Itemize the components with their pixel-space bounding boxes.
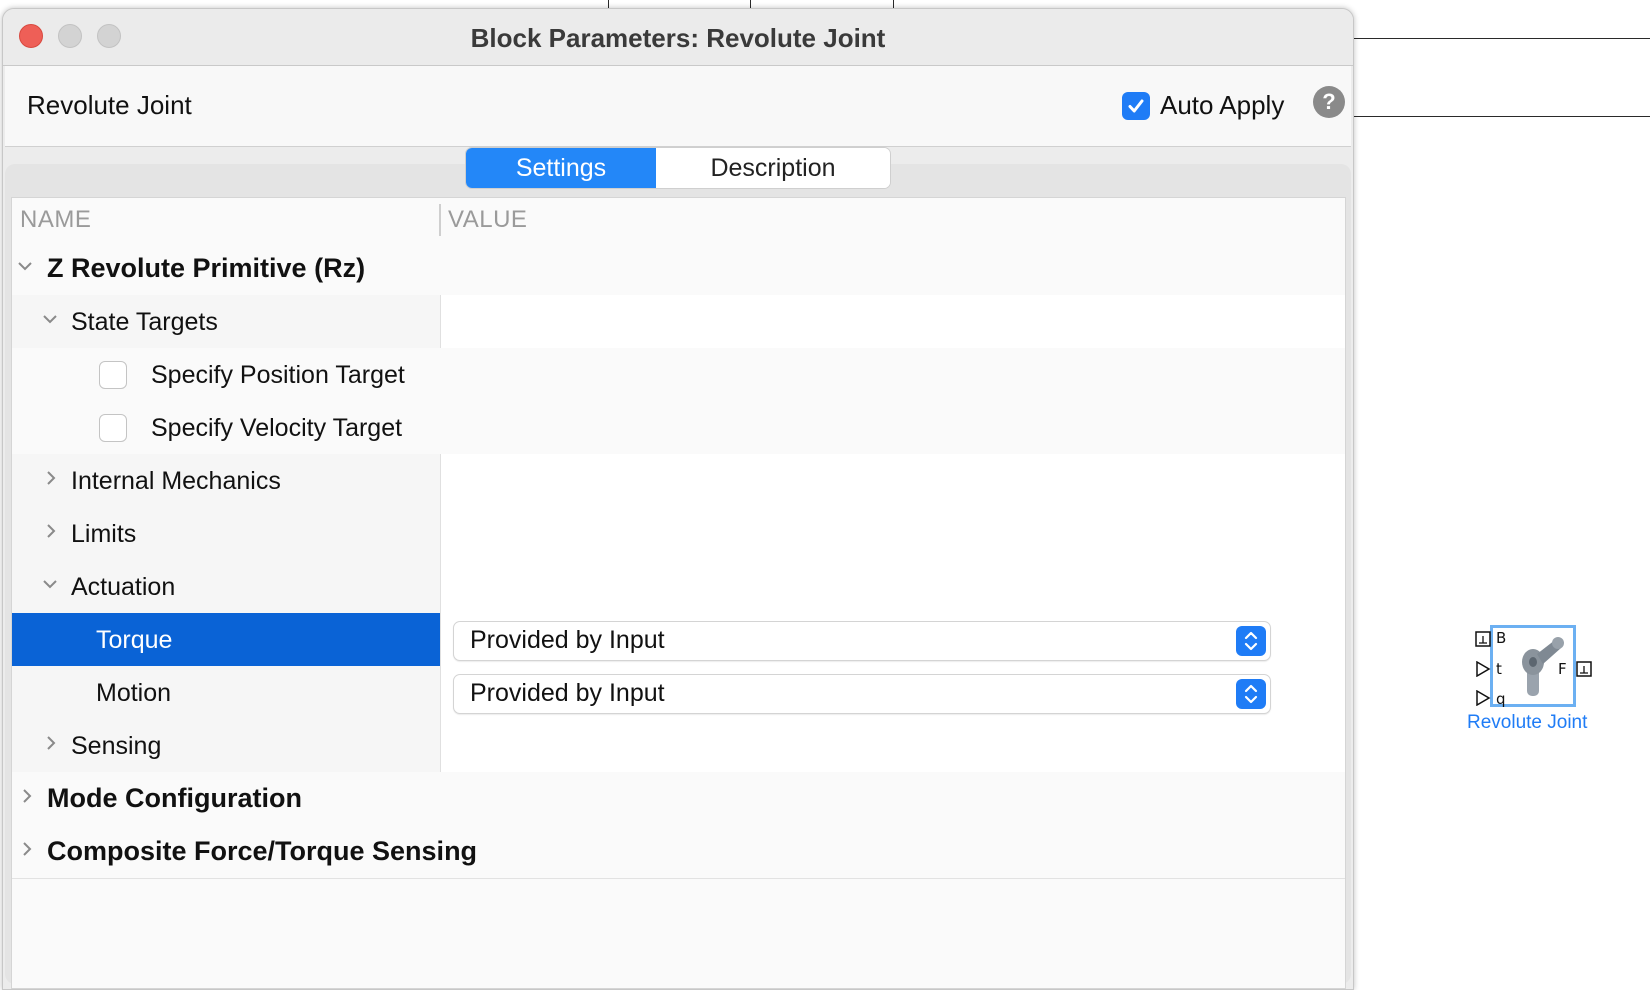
name-cell: Z Revolute Primitive (Rz): [12, 242, 1345, 295]
dialog-header: Revolute Joint Auto Apply ?: [5, 66, 1351, 147]
section-label: Mode Configuration: [47, 783, 302, 813]
checkbox-label: Specify Velocity Target: [151, 414, 403, 442]
help-icon[interactable]: ?: [1313, 86, 1345, 118]
follower-port-label: F: [1558, 660, 1567, 678]
block-parameters-dialog: Block Parameters: Revolute Joint Revolut…: [2, 8, 1354, 990]
auto-apply-label: Auto Apply: [1160, 90, 1285, 120]
table-row[interactable]: Specify Position Target: [12, 348, 1345, 402]
name-cell: Specify Velocity Target: [12, 401, 1345, 454]
auto-apply-checkbox[interactable]: [1122, 91, 1150, 120]
torque-select[interactable]: Provided by Input: [453, 621, 1271, 661]
name-cell: Internal Mechanics: [12, 454, 441, 507]
value-cell: [441, 560, 1345, 613]
chevron-down-icon[interactable]: [16, 257, 34, 275]
group-label: Actuation: [71, 573, 176, 601]
value-cell: Provided by Input: [441, 613, 1345, 666]
base-port-label: B: [1496, 629, 1507, 647]
table-row[interactable]: Z Revolute Primitive (Rz): [12, 242, 1345, 296]
motion-select-value: Provided by Input: [470, 679, 665, 707]
column-header-value: VALUE: [448, 206, 528, 233]
canvas-line: [1352, 38, 1650, 39]
block-name: Revolute Joint: [27, 90, 192, 120]
position-port-label: q: [1496, 690, 1506, 708]
group-label: Limits: [71, 520, 137, 548]
section-label: Composite Force/Torque Sensing: [47, 836, 478, 866]
name-cell: Limits: [12, 507, 441, 560]
chevron-right-icon[interactable]: [42, 522, 60, 540]
follower-port-icon[interactable]: [1576, 661, 1592, 677]
table-row[interactable]: Limits: [12, 507, 1345, 561]
table-row[interactable]: Actuation: [12, 560, 1345, 614]
checkbox-label: Specify Position Target: [151, 361, 405, 389]
group-label: Internal Mechanics: [71, 467, 281, 495]
name-cell: Composite Force/Torque Sensing: [12, 825, 1345, 878]
table-row[interactable]: Sensing: [12, 719, 1345, 773]
parameter-label: Torque: [96, 626, 173, 654]
table-row[interactable]: Specify Velocity Target: [12, 401, 1345, 455]
torque-input-port-icon[interactable]: [1475, 661, 1491, 677]
name-cell: Specify Position Target: [12, 348, 1345, 401]
up-down-chevron-icon: [1244, 684, 1258, 704]
title-bar[interactable]: Block Parameters: Revolute Joint: [3, 9, 1353, 66]
canvas-line: [750, 0, 751, 8]
chevron-right-icon[interactable]: [18, 840, 36, 858]
section-label: Z Revolute Primitive (Rz): [47, 253, 366, 283]
tab-description[interactable]: Description: [656, 148, 890, 188]
name-cell: Actuation: [12, 560, 441, 613]
name-cell: Mode Configuration: [12, 772, 1345, 825]
chevron-right-icon[interactable]: [42, 734, 60, 752]
chevron-right-icon[interactable]: [18, 787, 36, 805]
canvas-line: [1352, 116, 1650, 117]
table-row[interactable]: Motion Provided by Input: [12, 666, 1345, 720]
tab-bar: Settings Description: [465, 147, 891, 189]
checkmark-icon: [1128, 99, 1144, 112]
specify-velocity-target-checkbox[interactable]: [99, 414, 127, 442]
name-cell: Motion: [12, 666, 441, 719]
block-name-label[interactable]: Revolute Joint: [1467, 712, 1587, 734]
name-cell: State Targets: [12, 295, 441, 348]
chevron-down-icon[interactable]: [41, 310, 59, 328]
table-row[interactable]: State Targets: [12, 295, 1345, 349]
chevron-right-icon[interactable]: [42, 469, 60, 487]
torque-port-label: t: [1496, 660, 1502, 678]
specify-position-target-checkbox[interactable]: [99, 361, 127, 389]
table-row[interactable]: Mode Configuration: [12, 772, 1345, 826]
chevron-down-icon[interactable]: [41, 575, 59, 593]
select-stepper-button[interactable]: [1236, 626, 1266, 656]
select-stepper-button[interactable]: [1236, 679, 1266, 709]
auto-apply-toggle[interactable]: Auto Apply: [1122, 90, 1284, 121]
value-cell: [441, 507, 1345, 560]
parameter-label: Motion: [96, 679, 172, 707]
value-cell: [441, 295, 1345, 348]
value-cell: Provided by Input: [441, 666, 1345, 719]
parameter-table: NAME VALUE Z Revolute Primitive (Rz) Sta…: [11, 197, 1346, 989]
table-row[interactable]: Torque Provided by Input: [12, 613, 1345, 667]
column-header-name: NAME: [20, 206, 92, 233]
name-cell: Sensing: [12, 719, 441, 772]
up-down-chevron-icon: [1244, 631, 1258, 651]
table-row[interactable]: Internal Mechanics: [12, 454, 1345, 508]
column-separator[interactable]: [439, 204, 441, 236]
canvas-line: [893, 0, 894, 8]
torque-select-value: Provided by Input: [470, 626, 665, 654]
group-label: State Targets: [71, 308, 218, 336]
value-cell: [441, 719, 1345, 772]
table-row[interactable]: Composite Force/Torque Sensing: [12, 825, 1345, 879]
name-cell: Torque: [12, 613, 441, 666]
dialog-title: Block Parameters: Revolute Joint: [470, 23, 886, 53]
base-port-icon[interactable]: [1475, 631, 1491, 647]
motion-select[interactable]: Provided by Input: [453, 674, 1271, 714]
group-label: Sensing: [71, 732, 162, 760]
canvas-line: [608, 0, 609, 8]
value-cell: [441, 454, 1345, 507]
position-input-port-icon[interactable]: [1475, 690, 1491, 706]
tab-settings[interactable]: Settings: [466, 148, 656, 188]
